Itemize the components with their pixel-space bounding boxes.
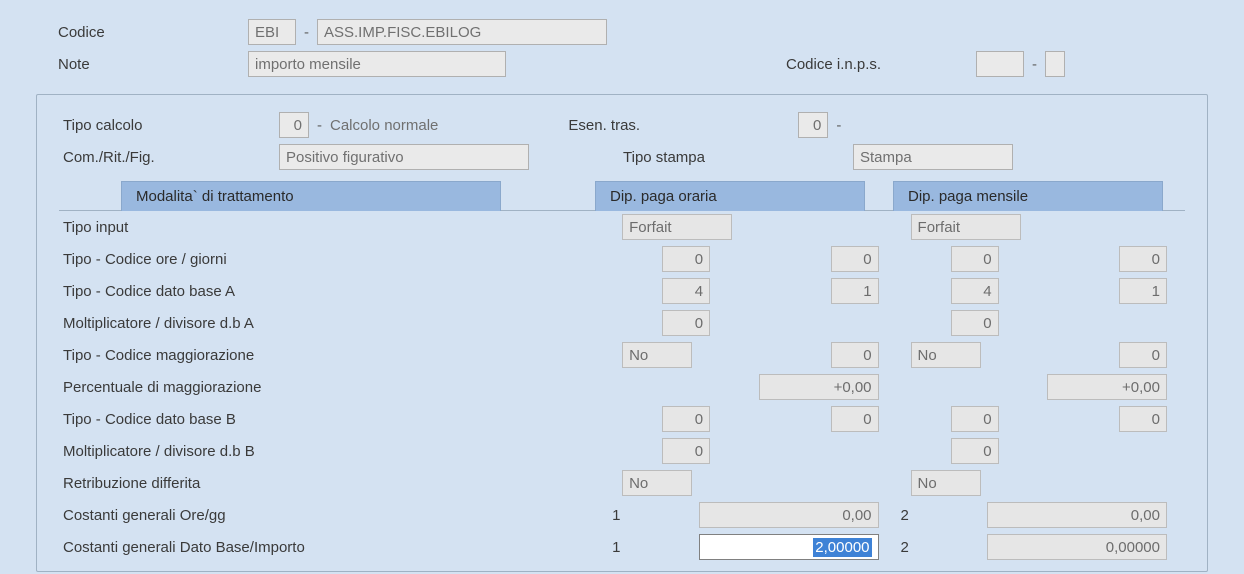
tipo-ore-o1[interactable]: 0 — [662, 246, 710, 272]
cost-db-mp: 2 — [897, 539, 937, 556]
molt-a-m1[interactable]: 0 — [951, 310, 999, 336]
tipo-da-o2[interactable]: 1 — [831, 278, 879, 304]
top-header: Codice EBI - ASS.IMP.FISC.EBILOG Note im… — [0, 0, 1244, 90]
molt-a-o1[interactable]: 0 — [662, 310, 710, 336]
tipo-stampa-label: Tipo stampa — [623, 149, 853, 166]
molt-b-label: Moltiplicatore / divisore d.b B — [59, 443, 608, 460]
tabs-row: Modalita` di trattamento Dip. paga orari… — [59, 179, 1185, 211]
retr-diff-m1[interactable]: No — [911, 470, 981, 496]
perc-magg-o1[interactable]: +0,00 — [759, 374, 879, 400]
molt-a-label: Moltiplicatore / divisore d.b A — [59, 315, 608, 332]
tab-paga-mensile[interactable]: Dip. paga mensile — [893, 181, 1163, 211]
tipo-magg-m1[interactable]: No — [911, 342, 981, 368]
tipo-magg-o1[interactable]: No — [622, 342, 692, 368]
tipo-da-m2[interactable]: 1 — [1119, 278, 1167, 304]
inps-label: Codice i.n.p.s. — [786, 56, 976, 73]
tipo-stampa-input[interactable]: Stampa — [853, 144, 1013, 170]
note-label: Note — [58, 56, 248, 73]
tab-paga-oraria[interactable]: Dip. paga oraria — [595, 181, 865, 211]
tipo-db-o1[interactable]: 0 — [662, 406, 710, 432]
main-panel: Tipo calcolo 0 - Calcolo normale Esen. t… — [36, 94, 1208, 572]
tipo-ore-m1[interactable]: 0 — [951, 246, 999, 272]
tipo-calcolo-label: Tipo calcolo — [59, 117, 279, 134]
cost-ore-label: Costanti generali Ore/gg — [59, 507, 608, 524]
cost-ore-op: 1 — [608, 507, 648, 524]
esen-tras-label: Esen. tras. — [568, 117, 798, 134]
molt-b-o1[interactable]: 0 — [662, 438, 710, 464]
esen-tras-input[interactable]: 0 — [798, 112, 828, 138]
dash: - — [836, 117, 841, 134]
tipo-magg-m2[interactable]: 0 — [1119, 342, 1167, 368]
cost-db-o1-input[interactable]: 2,00000 — [699, 534, 879, 560]
cost-db-m1[interactable]: 0,00000 — [987, 534, 1167, 560]
dash: - — [304, 24, 309, 41]
tipo-magg-o2[interactable]: 0 — [831, 342, 879, 368]
tipo-input-label: Tipo input — [59, 219, 608, 236]
tipo-input-mensile[interactable]: Forfait — [911, 214, 1021, 240]
perc-magg-label: Percentuale di maggiorazione — [59, 379, 608, 396]
tipo-da-o1[interactable]: 4 — [662, 278, 710, 304]
tipo-calcolo-input[interactable]: 0 — [279, 112, 309, 138]
inps-input-2[interactable] — [1045, 51, 1065, 77]
tipo-calcolo-desc: Calcolo normale — [330, 117, 438, 134]
tipo-da-label: Tipo - Codice dato base A — [59, 283, 608, 300]
tipo-db-m2[interactable]: 0 — [1119, 406, 1167, 432]
dash: - — [317, 117, 322, 134]
cost-ore-mp: 2 — [897, 507, 937, 524]
tipo-magg-label: Tipo - Codice maggiorazione — [59, 347, 608, 364]
molt-b-m1[interactable]: 0 — [951, 438, 999, 464]
tipo-db-label: Tipo - Codice dato base B — [59, 411, 608, 428]
tipo-db-o2[interactable]: 0 — [831, 406, 879, 432]
com-rit-input[interactable]: Positivo figurativo — [279, 144, 529, 170]
cost-ore-m1[interactable]: 0,00 — [987, 502, 1167, 528]
note-input[interactable]: importo mensile — [248, 51, 506, 77]
tipo-ore-m2[interactable]: 0 — [1119, 246, 1167, 272]
tipo-ore-label: Tipo - Codice ore / giorni — [59, 251, 608, 268]
cost-db-label: Costanti generali Dato Base/Importo — [59, 539, 608, 556]
cost-db-op: 1 — [608, 539, 648, 556]
tipo-db-m1[interactable]: 0 — [951, 406, 999, 432]
com-rit-label: Com./Rit./Fig. — [59, 149, 279, 166]
retr-diff-label: Retribuzione differita — [59, 475, 608, 492]
tipo-input-oraria[interactable]: Forfait — [622, 214, 732, 240]
dash: - — [1032, 56, 1037, 73]
tab-modalita[interactable]: Modalita` di trattamento — [121, 181, 501, 211]
inps-input-1[interactable] — [976, 51, 1024, 77]
cost-db-o1-selected: 2,00000 — [813, 538, 871, 557]
tipo-da-m1[interactable]: 4 — [951, 278, 999, 304]
retr-diff-o1[interactable]: No — [622, 470, 692, 496]
cost-ore-o1[interactable]: 0,00 — [699, 502, 879, 528]
perc-magg-m1[interactable]: +0,00 — [1047, 374, 1167, 400]
codice-desc-input[interactable]: ASS.IMP.FISC.EBILOG — [317, 19, 607, 45]
tipo-ore-o2[interactable]: 0 — [831, 246, 879, 272]
codice-input[interactable]: EBI — [248, 19, 296, 45]
codice-label: Codice — [58, 24, 248, 41]
